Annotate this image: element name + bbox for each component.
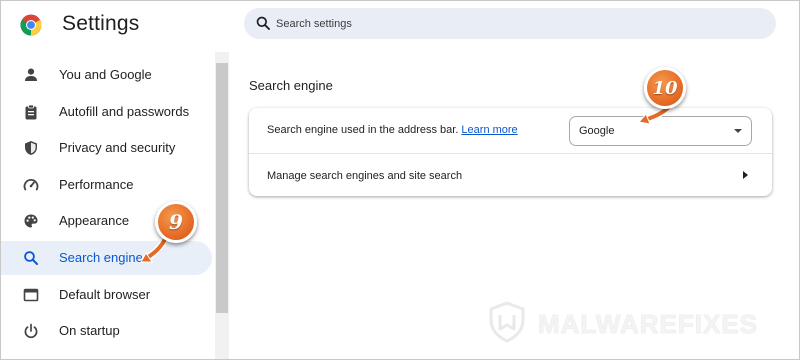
palette-icon — [24, 214, 38, 228]
sidebar-item-label: Privacy and security — [59, 140, 176, 155]
step-badge-9: 9 — [155, 201, 197, 243]
scrollbar-thumb[interactable] — [216, 63, 228, 313]
search-engine-select[interactable]: Google — [569, 116, 752, 146]
step-badge-10: 10 — [644, 67, 686, 109]
step-number: 10 — [652, 77, 678, 99]
step-number: 9 — [169, 210, 183, 234]
divider — [249, 153, 772, 154]
watermark-text: MALWAREFIXES — [537, 309, 759, 340]
sidebar-item-label: Performance — [59, 177, 134, 192]
selected-engine-value: Google — [579, 125, 615, 137]
sidebar-item-autofill[interactable]: Autofill and passwords — [0, 95, 212, 129]
sidebar-item-search-engine[interactable]: Search engine — [0, 241, 212, 275]
sidebar-item-label: You and Google — [59, 67, 152, 82]
section-title: Search engine — [249, 78, 333, 93]
sidebar-item-you-and-google[interactable]: You and Google — [0, 58, 212, 92]
person-icon — [25, 68, 37, 81]
watermark: MALWAREFIXES — [486, 301, 786, 343]
sidebar-item-label: On startup — [59, 323, 120, 338]
power-icon — [24, 323, 38, 339]
chevron-right-icon — [743, 171, 748, 179]
search-icon — [24, 251, 38, 265]
watermark-shield-icon — [489, 301, 525, 343]
chrome-logo-icon — [20, 14, 42, 36]
browser-window-icon — [23, 288, 39, 302]
sidebar-item-label: Autofill and passwords — [59, 104, 190, 119]
sidebar-item-default-browser[interactable]: Default browser — [0, 278, 212, 312]
sidebar-item-privacy[interactable]: Privacy and security — [0, 131, 212, 165]
search-box[interactable] — [244, 8, 776, 39]
manage-search-engines-link[interactable]: Manage search engines and site search — [267, 170, 462, 182]
sidebar-item-label: Default browser — [59, 287, 151, 302]
sidebar-item-performance[interactable]: Performance — [0, 168, 212, 202]
address-bar-row: Search engine used in the address bar. Le… — [267, 124, 518, 136]
annotation-arrow-10 — [638, 102, 674, 125]
dropdown-caret-icon — [734, 129, 742, 133]
sidebar-item-label: Search engine — [59, 250, 143, 265]
sidebar-item-label: Appearance — [59, 213, 130, 228]
speedometer-icon — [23, 179, 39, 191]
search-input[interactable] — [276, 8, 756, 39]
clipboard-icon — [25, 104, 37, 120]
search-engine-card: Search engine used in the address bar. Le… — [249, 108, 772, 196]
learn-more-link[interactable]: Learn more — [461, 124, 517, 136]
address-bar-label: Search engine used in the address bar. — [267, 124, 459, 136]
sidebar-item-on-startup[interactable]: On startup — [0, 314, 212, 348]
shield-icon — [25, 141, 37, 155]
search-icon — [256, 16, 270, 30]
page-title: Settings — [62, 12, 140, 35]
